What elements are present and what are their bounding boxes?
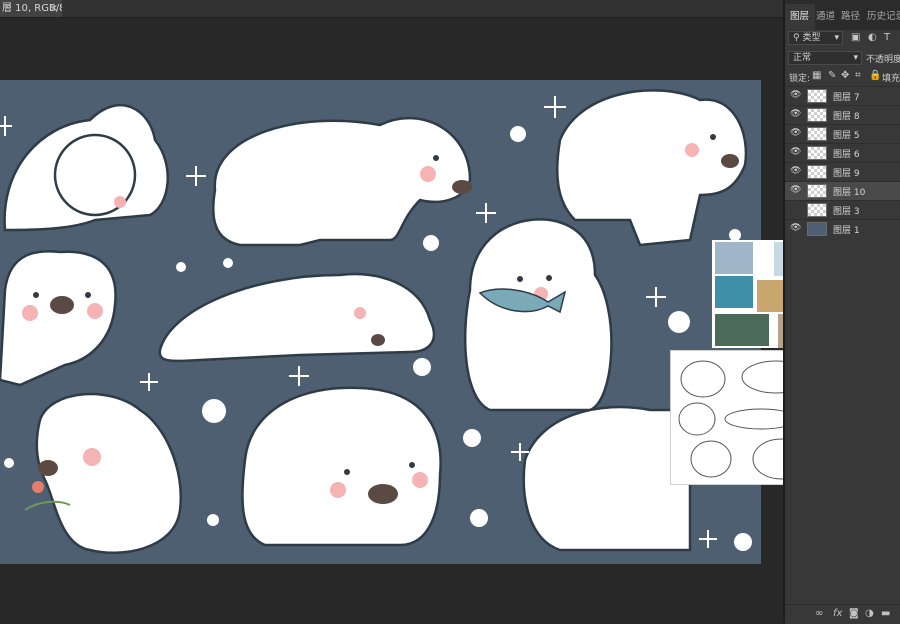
type-filter-icon[interactable]: T	[884, 32, 890, 43]
layers-panel: 图层 通道 路径 历史记录 ⚲ 类型▾ ▣ ◐ T 正常▾ 不透明度: 锁定: …	[785, 0, 900, 624]
eye-hidden-icon[interactable]	[790, 204, 800, 214]
layer-row[interactable]: 👁 图层 6	[785, 143, 900, 162]
layer-row[interactable]: 图层 3	[785, 200, 900, 219]
layer-name[interactable]: 图层 3	[833, 204, 860, 217]
fill-label: 填充:	[882, 74, 900, 84]
image-filter-icon[interactable]: ▣	[851, 32, 860, 43]
layer-row[interactable]: 👁 图层 5	[785, 124, 900, 143]
tab-history[interactable]: 历史记录	[867, 8, 900, 22]
link-icon[interactable]: ∞	[815, 608, 823, 619]
layer-name[interactable]: 图层 10	[833, 185, 865, 198]
tab-paths[interactable]: 路径	[841, 8, 860, 22]
layer-name[interactable]: 图层 9	[833, 166, 860, 179]
fx-icon[interactable]: fx	[833, 608, 842, 619]
layer-filter-select[interactable]: ⚲ 类型 ▾	[788, 31, 843, 45]
layer-thumbnail	[807, 165, 827, 179]
tab-channels[interactable]: 通道	[816, 8, 835, 22]
document-tab[interactable]: 層 10, RGB/8#) ×	[0, 0, 62, 17]
layer-row[interactable]: 👁 图层 8	[785, 105, 900, 124]
layer-thumbnail	[807, 146, 827, 160]
layer-thumbnail	[807, 89, 827, 103]
polar-bear-illustration	[0, 89, 752, 554]
panel-bottom-bar: ∞ fx ◙ ◑ ▬	[785, 604, 900, 624]
layer-row[interactable]: 👁 图层 9	[785, 162, 900, 181]
layer-name[interactable]: 图层 7	[833, 90, 860, 103]
lock-transparent-icon[interactable]: ▦	[812, 70, 821, 81]
layer-thumbnail	[807, 108, 827, 122]
layer-name[interactable]: 图层 6	[833, 147, 860, 160]
layer-name[interactable]: 图层 8	[833, 109, 860, 122]
reference-photo	[715, 242, 753, 274]
layer-name[interactable]: 图层 5	[833, 128, 860, 141]
adjustment-filter-icon[interactable]: ◐	[868, 32, 877, 43]
layer-thumbnail	[807, 203, 827, 217]
adjustment-icon[interactable]: ◑	[865, 608, 874, 619]
eye-icon[interactable]: 👁	[790, 185, 801, 195]
folder-icon[interactable]: ▬	[881, 608, 890, 619]
layer-list: 👁 图层 7 👁 图层 8 👁 图层 5 👁 图层 6 👁 图层 9 👁 图层 10 图层 3 👁 图层 1	[785, 86, 900, 238]
eye-icon[interactable]: 👁	[790, 128, 801, 138]
layer-thumbnail	[807, 222, 827, 236]
filter-label: 类型	[802, 33, 821, 43]
lock-artboard-icon[interactable]: ⌗	[855, 70, 861, 81]
blend-mode-value: 正常	[793, 53, 812, 63]
lock-move-icon[interactable]: ✥	[841, 70, 849, 81]
panel-tab-bar: 图层 通道 路径 历史记录	[785, 0, 900, 30]
layer-row[interactable]: 👁 图层 7	[785, 86, 900, 105]
eye-icon[interactable]: 👁	[790, 90, 801, 100]
layer-thumbnail	[807, 127, 827, 141]
close-tab-icon[interactable]: ×	[50, 0, 58, 17]
eye-icon[interactable]: 👁	[790, 147, 801, 157]
artboard-canvas[interactable]	[0, 80, 761, 564]
blend-mode-select[interactable]: 正常 ▾	[788, 51, 862, 65]
eye-icon[interactable]: 👁	[790, 166, 801, 176]
opacity-label: 不透明度:	[866, 55, 900, 65]
lock-all-icon[interactable]: 🔒	[869, 70, 881, 81]
layer-row[interactable]: 👁 图层 10	[785, 181, 900, 200]
lock-paint-icon[interactable]: ✎	[828, 70, 836, 81]
mask-icon[interactable]: ◙	[849, 608, 859, 619]
reference-photo	[715, 276, 753, 308]
eye-icon[interactable]: 👁	[790, 223, 801, 233]
chevron-down-icon: ▾	[853, 53, 858, 63]
document-tab-bar: 層 10, RGB/8#) ×	[0, 0, 783, 18]
chevron-down-icon: ▾	[834, 33, 839, 43]
layer-row[interactable]: 👁 图层 1	[785, 219, 900, 238]
layer-thumbnail	[807, 184, 827, 198]
lock-label: 锁定:	[789, 74, 811, 84]
layer-name[interactable]: 图层 1	[833, 223, 860, 236]
tab-layers[interactable]: 图层	[790, 8, 809, 22]
eye-icon[interactable]: 👁	[790, 109, 801, 119]
reference-photo	[715, 314, 769, 346]
